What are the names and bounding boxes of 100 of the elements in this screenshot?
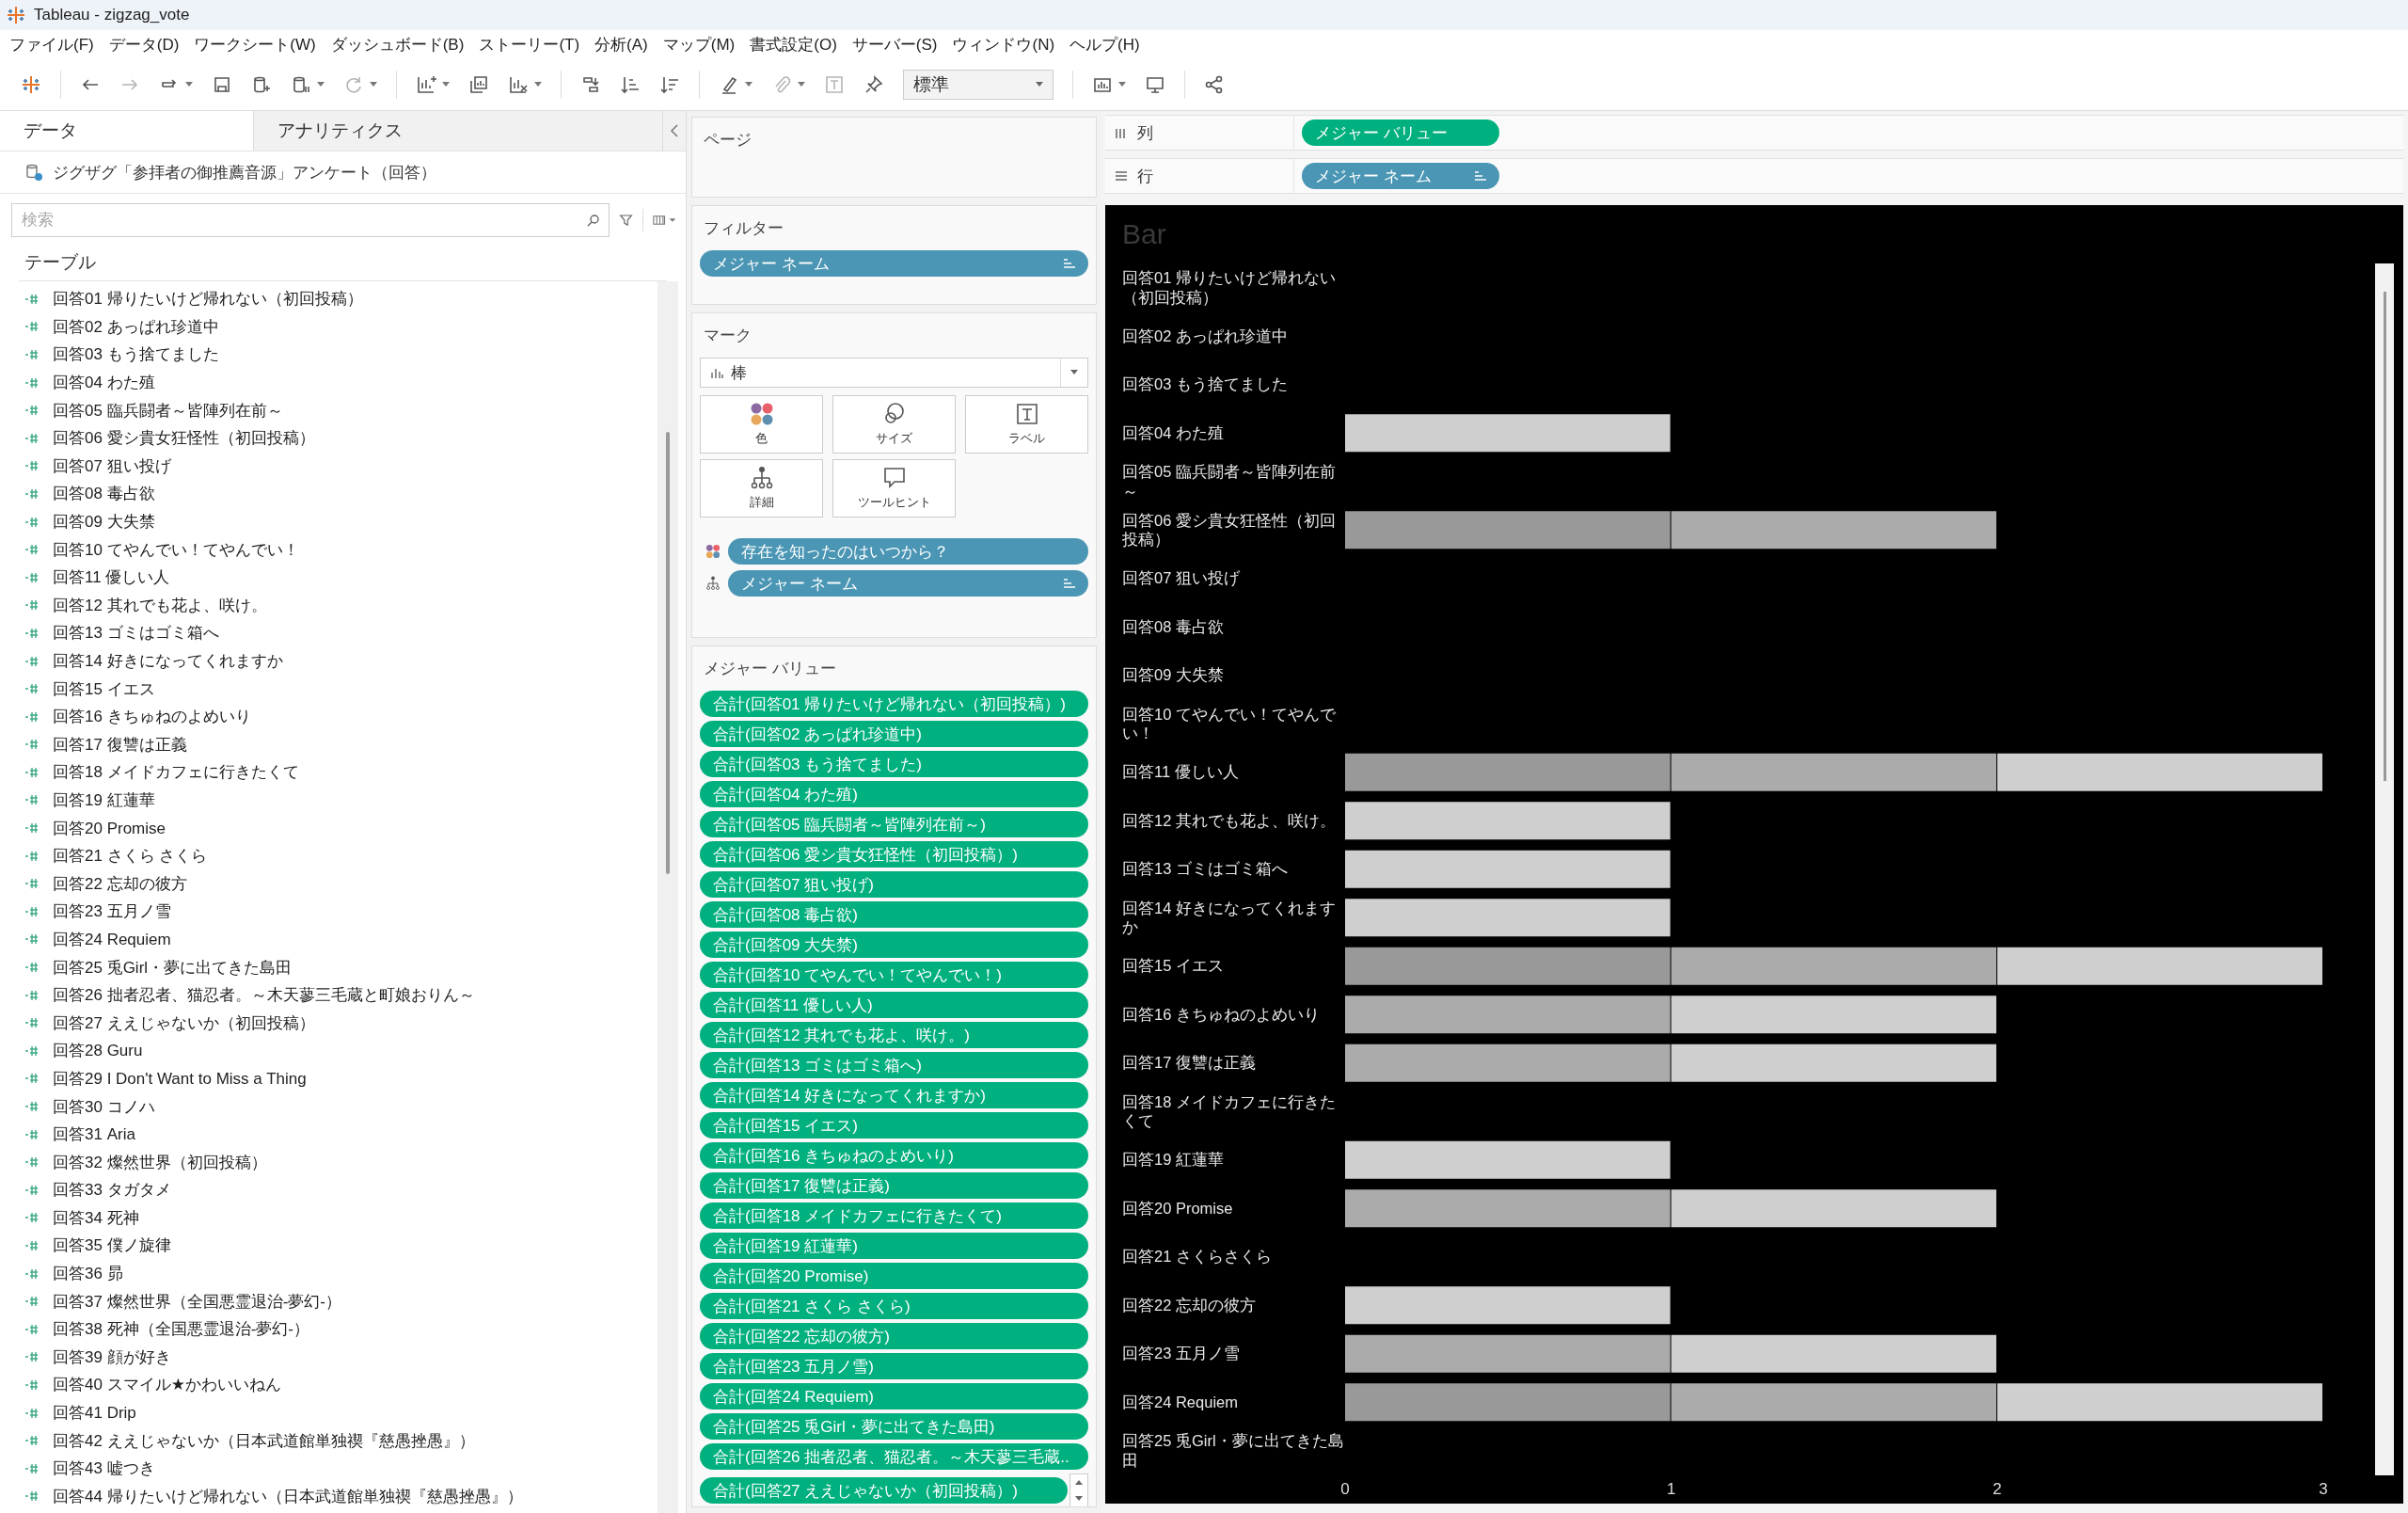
axis-label: 回答25 兎Girl・夢に出てきた島田 bbox=[1122, 1431, 1345, 1471]
field-name[interactable]: 回答09 大失禁 bbox=[53, 511, 155, 534]
field-name[interactable]: 回答42 ええじゃないか（日本武道館単独禊『慈愚挫愚』） bbox=[53, 1429, 475, 1452]
field-name[interactable]: 回答22 忘却の彼方 bbox=[53, 872, 187, 895]
card-title: フィルター bbox=[704, 218, 784, 239]
bar-chart-plus-icon[interactable] bbox=[416, 73, 436, 95]
menu-item[interactable]: ストーリー(T) bbox=[471, 33, 588, 56]
field-name[interactable]: 回答10 てやんでい！てやんでい！ bbox=[53, 538, 299, 561]
menu-item[interactable]: サーバー(S) bbox=[844, 33, 945, 56]
pin-icon[interactable] bbox=[863, 73, 884, 95]
field-name[interactable]: 回答34 死神 bbox=[53, 1206, 139, 1229]
menu-item[interactable]: 分析(A) bbox=[587, 33, 656, 56]
field-name[interactable]: 回答40 スマイル★かわいいねん bbox=[53, 1374, 281, 1396]
menu-item[interactable]: ヘルプ(H) bbox=[1062, 33, 1148, 56]
field-name[interactable]: 回答18 メイドカフェに行きたくて bbox=[53, 761, 299, 784]
field-name[interactable]: 回答05 臨兵闘者～皆陣列在前～ bbox=[53, 399, 283, 422]
field-name[interactable]: 回答32 燦然世界（初回投稿） bbox=[53, 1151, 267, 1173]
mark-property-button[interactable]: ツールヒント bbox=[832, 459, 956, 518]
scrollbar[interactable] bbox=[657, 281, 678, 1513]
field-name[interactable]: 回答07 狙い投げ bbox=[53, 454, 171, 477]
menu-item[interactable]: ワークシート(W) bbox=[186, 33, 324, 56]
search-icon[interactable] bbox=[587, 214, 600, 227]
caret-icon[interactable] bbox=[370, 81, 377, 88]
collapse-chevron-icon[interactable] bbox=[670, 124, 679, 137]
caret-icon[interactable] bbox=[185, 81, 193, 88]
caret-icon[interactable] bbox=[1070, 370, 1078, 375]
tableau-logo-icon[interactable] bbox=[21, 73, 41, 95]
field-name[interactable]: 回答19 紅蓮華 bbox=[53, 789, 155, 811]
filter-icon[interactable] bbox=[619, 212, 634, 229]
field-name[interactable]: 回答39 顔が好き bbox=[53, 1346, 171, 1368]
field-name[interactable]: 回答25 兎Girl・夢に出てきた島田 bbox=[53, 956, 293, 979]
search-field[interactable]: 検索 bbox=[11, 203, 610, 237]
tick-label: 2 bbox=[1992, 1479, 2003, 1498]
mark-property-button[interactable]: サイズ bbox=[832, 395, 956, 454]
field-name[interactable]: 回答04 わた殖 bbox=[53, 372, 155, 394]
tableau-logo-icon bbox=[6, 5, 26, 25]
field-name[interactable]: 回答43 嘘つき bbox=[53, 1457, 155, 1480]
field-name[interactable]: 回答35 僕ノ旋律 bbox=[53, 1234, 171, 1257]
fit-dropdown[interactable]: 標準 bbox=[903, 69, 1054, 100]
field-name[interactable]: 回答31 Aria bbox=[53, 1123, 135, 1146]
field-name[interactable]: 回答37 燦然世界（全国悪霊退治-夢幻-） bbox=[53, 1290, 341, 1313]
number-field-icon bbox=[24, 487, 40, 500]
field-name[interactable]: 回答06 愛シ貴女狂怪性（初回投稿） bbox=[53, 427, 315, 450]
number-field-icon bbox=[24, 962, 40, 974]
number-field-icon bbox=[24, 1184, 40, 1196]
field-name[interactable]: 回答01 帰りたいけど帰れない（初回投稿） bbox=[53, 288, 363, 311]
mark-property-button[interactable]: ラベル bbox=[965, 395, 1088, 454]
field-name[interactable]: 回答27 ええじゃないか（初回投稿） bbox=[53, 1011, 315, 1034]
field-name[interactable]: 回答16 きちゅねのよめいり bbox=[53, 706, 251, 728]
caret-icon[interactable] bbox=[1118, 81, 1126, 88]
scrollbar[interactable] bbox=[2375, 263, 2394, 1475]
field-name[interactable]: 回答03 もう捨てました bbox=[53, 343, 219, 366]
data-source-name[interactable]: ジグザグ「参拝者の御推薦音源」アンケート（回答） bbox=[53, 161, 436, 183]
menu-item[interactable]: データ(D) bbox=[101, 33, 187, 56]
field-name[interactable]: 回答23 五月ノ雪 bbox=[53, 900, 171, 923]
field-name[interactable]: 回答28 Guru bbox=[53, 1040, 143, 1062]
field-name[interactable]: 回答30 コノハ bbox=[53, 1095, 155, 1118]
speech-bubble-icon bbox=[881, 466, 907, 490]
mark-property-button[interactable]: 詳細 bbox=[700, 459, 823, 518]
field-name[interactable]: 回答36 昴 bbox=[53, 1263, 123, 1285]
menu-item[interactable]: ファイル(F) bbox=[2, 33, 102, 56]
caret-icon[interactable] bbox=[798, 81, 805, 88]
field-name[interactable]: 回答11 優しい人 bbox=[53, 566, 170, 589]
duplicate-sheet-icon[interactable] bbox=[468, 73, 489, 95]
field-name[interactable]: 回答02 あっぱれ珍道中 bbox=[53, 315, 219, 338]
view-options-icon[interactable] bbox=[652, 213, 676, 228]
field-name[interactable]: 回答41 Drip bbox=[53, 1402, 136, 1425]
mark-property-button[interactable]: 色 bbox=[700, 395, 823, 454]
field-name[interactable]: 回答20 Promise bbox=[53, 817, 166, 839]
field-name[interactable]: 回答44 帰りたいけど帰れない（日本武道館単独禊『慈愚挫愚』） bbox=[53, 1485, 523, 1507]
axis-label: 回答04 わた殖 bbox=[1122, 422, 1224, 443]
menu-item[interactable]: ウィンドウ(N) bbox=[944, 33, 1063, 56]
field-name[interactable]: 回答17 復讐は正義 bbox=[53, 733, 187, 756]
field-name[interactable]: 回答15 イエス bbox=[53, 677, 155, 700]
field-name[interactable]: 回答33 タガタメ bbox=[53, 1179, 171, 1202]
field-name[interactable]: 回答26 拙者忍者、猫忍者。～木天蓼三毛蔵と町娘おりん～ bbox=[53, 984, 475, 1007]
field-name[interactable]: 回答21 さくら さくら bbox=[53, 845, 208, 868]
field-name[interactable]: 回答14 好きになってくれますか bbox=[53, 650, 283, 672]
scroll-arrows-icon[interactable] bbox=[1069, 1473, 1088, 1506]
field-name[interactable]: 回答13 ゴミはゴミ箱へ bbox=[53, 622, 219, 645]
share-icon[interactable] bbox=[1204, 73, 1225, 95]
menu-item[interactable]: 書式設定(O) bbox=[742, 33, 845, 56]
caret-icon[interactable] bbox=[534, 81, 542, 88]
menu-item[interactable]: マップ(M) bbox=[655, 33, 743, 56]
field-name[interactable]: 回答12 其れでも花よ、咲け。 bbox=[53, 594, 267, 616]
field-name[interactable]: 回答38 死神（全国悪霊退治-夢幻-） bbox=[53, 1318, 309, 1341]
field-name[interactable]: 回答29 I Don't Want to Miss a Thing bbox=[53, 1067, 307, 1090]
caret-icon[interactable] bbox=[442, 81, 450, 88]
caret-icon[interactable] bbox=[317, 81, 325, 88]
axis-label: 回答11 優しい人 bbox=[1122, 762, 1239, 783]
caret-icon[interactable] bbox=[745, 81, 752, 88]
caret-icon[interactable] bbox=[1036, 81, 1043, 88]
field-name[interactable]: 回答08 毒占欲 bbox=[53, 483, 155, 505]
mark-type-dropdown[interactable]: 棒 bbox=[700, 358, 1088, 388]
field-name[interactable]: 回答24 Requiem bbox=[53, 928, 171, 950]
number-field-icon bbox=[24, 599, 40, 612]
shelf-label: 列 bbox=[1137, 122, 1153, 144]
menu-item[interactable]: ダッシュボード(B) bbox=[323, 33, 472, 56]
pane-tab[interactable]: アナリティクス bbox=[254, 111, 663, 151]
shelf-label: 行 bbox=[1137, 166, 1153, 187]
